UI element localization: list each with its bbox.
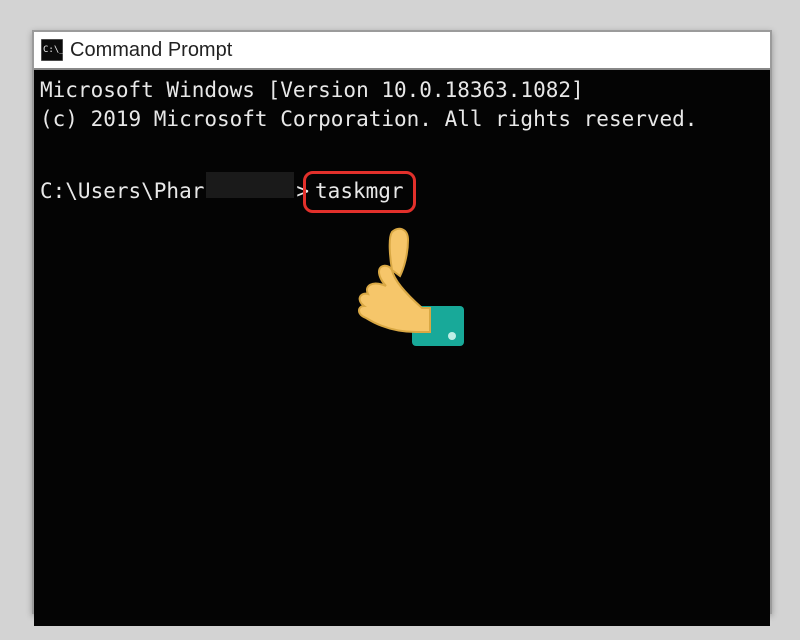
terminal-area[interactable]: Microsoft Windows [Version 10.0.18363.10… xyxy=(34,70,770,626)
prompt-line: C:\Users\Phar > taskmgr xyxy=(40,172,764,206)
redacted-username xyxy=(206,172,294,198)
screenshot-stage: C:\_ Command Prompt Microsoft Windows [V… xyxy=(0,0,800,640)
typed-command[interactable]: taskmgr xyxy=(309,179,410,203)
svg-text:C:\_: C:\_ xyxy=(43,45,63,55)
command-highlight: taskmgr xyxy=(309,177,410,206)
version-line: Microsoft Windows [Version 10.0.18363.10… xyxy=(40,76,764,105)
prompt-caret: > xyxy=(296,177,309,206)
command-prompt-window: C:\_ Command Prompt Microsoft Windows [V… xyxy=(32,30,772,614)
cmd-icon: C:\_ xyxy=(40,38,64,62)
window-title: Command Prompt xyxy=(70,39,232,62)
pointing-hand-icon xyxy=(334,224,474,364)
prompt-path-prefix: C:\Users\Phar xyxy=(40,177,204,206)
titlebar[interactable]: C:\_ Command Prompt xyxy=(34,32,770,70)
blank-line xyxy=(40,135,764,164)
copyright-line: (c) 2019 Microsoft Corporation. All righ… xyxy=(40,105,764,134)
